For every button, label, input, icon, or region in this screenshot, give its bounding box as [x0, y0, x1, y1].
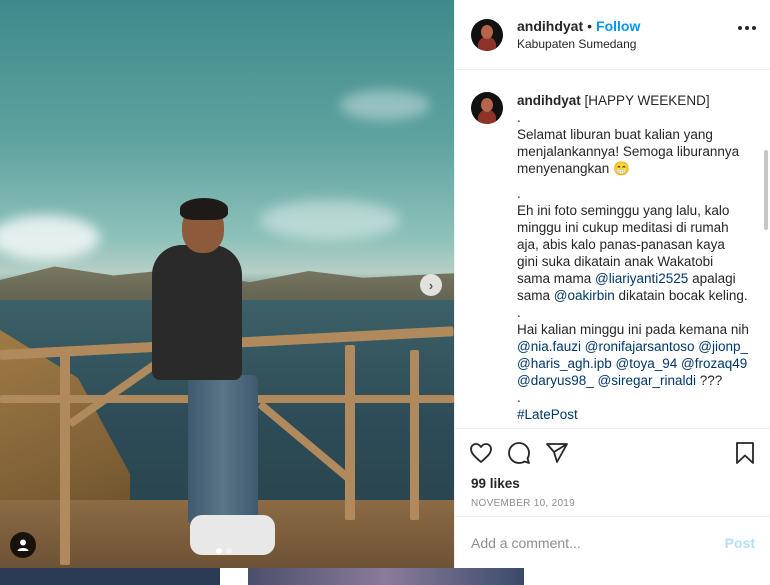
mention-link[interactable]: @jionp_ — [698, 339, 748, 354]
cloud — [340, 90, 430, 120]
caption-area: andihdyat [HAPPY WEEKEND] . Selamat libu… — [455, 70, 770, 428]
mention-link[interactable]: @frozaq49 — [681, 356, 747, 371]
related-posts-strip — [0, 568, 770, 585]
chevron-right-icon[interactable]: › — [420, 274, 442, 296]
cloud — [260, 200, 400, 240]
caption-line: . — [517, 305, 521, 320]
comment-box: Post — [455, 516, 770, 568]
person-legs — [188, 375, 258, 525]
caption-line: [HAPPY WEEKEND] — [584, 93, 710, 108]
mention-link[interactable]: @toya_94 — [616, 356, 678, 371]
hashtag-link[interactable]: #LatePost — [517, 406, 749, 423]
avatar[interactable] — [471, 92, 503, 124]
post-header: andihdyat • Follow Kabupaten Sumedang — [455, 0, 770, 70]
scrollbar[interactable] — [764, 150, 768, 230]
carousel-dot-active — [216, 548, 222, 554]
mention-link[interactable]: @haris_agh.ipb — [517, 356, 612, 371]
post-thumbnail[interactable] — [524, 568, 770, 585]
railing-post — [345, 345, 355, 520]
mention-link[interactable]: @ronifajarsantoso — [585, 339, 695, 354]
likes-count[interactable]: 99 likes — [455, 476, 770, 496]
carousel-indicator — [216, 548, 232, 554]
post-thumbnail[interactable] — [220, 568, 248, 585]
action-bar — [455, 428, 770, 476]
comment-icon[interactable] — [507, 441, 531, 465]
railing-post — [60, 350, 70, 565]
person-shoes — [190, 515, 275, 555]
cloud — [0, 215, 100, 260]
post-thumbnail[interactable] — [0, 568, 220, 585]
caption-line: Selamat liburan buat kalian yang menjala… — [517, 127, 740, 176]
header-text: andihdyat • Follow Kabupaten Sumedang — [517, 18, 640, 51]
more-options-icon[interactable] — [738, 26, 756, 30]
caption-line: Hai kalian minggu ini pada kemana nih — [517, 322, 749, 337]
post-photo[interactable]: › — [0, 0, 454, 568]
separator: • — [587, 18, 593, 34]
avatar[interactable] — [471, 18, 503, 51]
caption-line: ??? — [699, 373, 723, 388]
share-icon[interactable] — [545, 441, 569, 465]
caption-username[interactable]: andihdyat — [517, 93, 581, 108]
caption-line: dikatain bocak keling. — [618, 288, 748, 303]
caption-text: andihdyat [HAPPY WEEKEND] . Selamat libu… — [517, 92, 749, 428]
mention-link[interactable]: @siregar_rinaldi — [598, 373, 697, 388]
mention-link[interactable]: @nia.fauzi — [517, 339, 581, 354]
person-body — [152, 245, 242, 380]
post-sidebar: andihdyat • Follow Kabupaten Sumedang an… — [454, 0, 770, 568]
post-button[interactable]: Post — [725, 535, 755, 551]
heart-icon[interactable] — [469, 441, 493, 465]
caption-line: . — [517, 110, 521, 125]
username-link[interactable]: andihdyat — [517, 18, 583, 34]
mention-link[interactable]: @oakirbin — [554, 288, 615, 303]
railing-post — [410, 350, 419, 520]
person-hair — [180, 198, 228, 220]
comment-input[interactable] — [471, 534, 725, 551]
mention-link[interactable]: @liariyanti2525 — [595, 271, 688, 286]
location-link[interactable]: Kabupaten Sumedang — [517, 37, 640, 51]
bookmark-icon[interactable] — [734, 441, 756, 465]
post-thumbnail[interactable] — [248, 568, 524, 585]
follow-button[interactable]: Follow — [596, 18, 640, 34]
caption-line: . — [517, 186, 521, 201]
mention-link[interactable]: @daryus98_ — [517, 373, 594, 388]
caption-line: . — [517, 390, 521, 405]
carousel-dot — [226, 548, 232, 554]
user-tag-icon[interactable] — [10, 532, 36, 558]
